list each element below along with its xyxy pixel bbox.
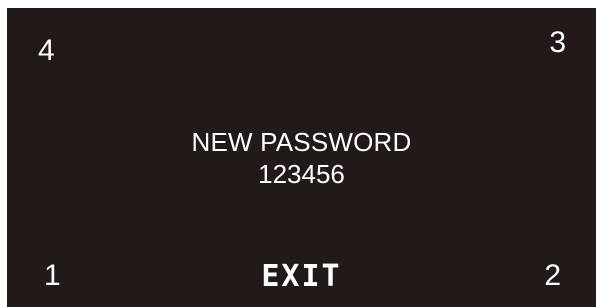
new-password-value: 123456 xyxy=(258,159,345,189)
exit-button[interactable]: EXIT xyxy=(7,261,596,293)
corner-key-2[interactable]: 2 xyxy=(544,261,561,291)
corner-key-4[interactable]: 4 xyxy=(38,36,55,66)
display-screen: 4 3 NEW PASSWORD 123456 1 EXIT 2 xyxy=(7,8,596,307)
password-panel: NEW PASSWORD 123456 xyxy=(7,126,596,190)
new-password-title: NEW PASSWORD xyxy=(191,127,412,157)
corner-key-3[interactable]: 3 xyxy=(549,28,566,58)
